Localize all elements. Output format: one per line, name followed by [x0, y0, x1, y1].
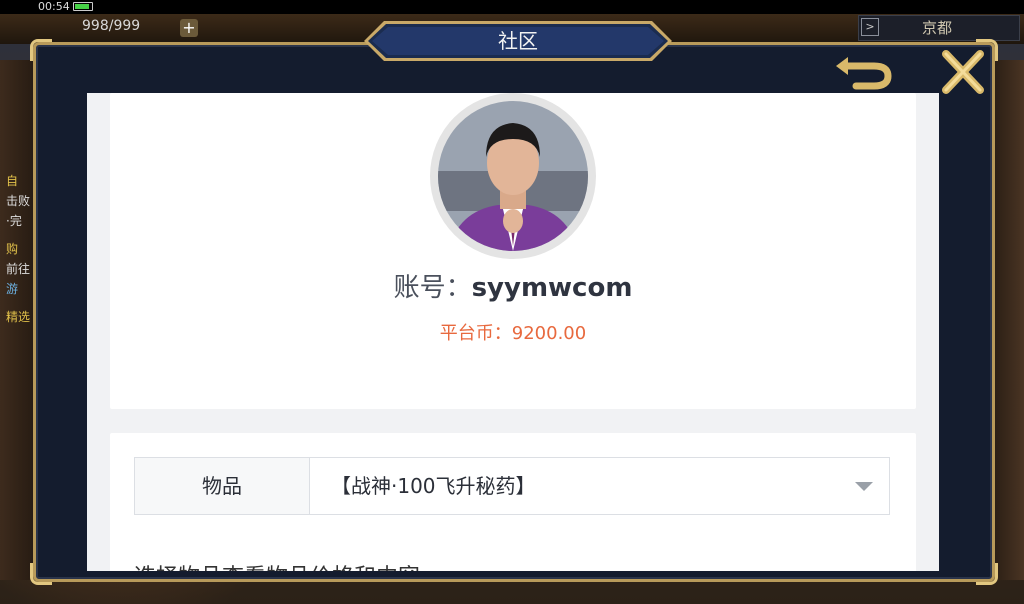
coin-value: 9200.00: [511, 323, 587, 344]
game-screen: 00:54 998/999 + > 京都 自 击败 ·完 购 前往 游 精选 社…: [0, 0, 1024, 604]
back-arrow-icon: [836, 57, 892, 90]
hud-left-text: ·完: [6, 214, 22, 228]
battery-icon: [73, 2, 93, 11]
energy-counter: 998/999: [82, 18, 141, 34]
avatar[interactable]: [438, 101, 588, 251]
coin-label: 平台币：: [439, 323, 512, 344]
item-card: 物品 【战神·100飞升秘药】 选择物品查看物品价格和内容: [110, 433, 916, 571]
community-webview: 账号：syymwcom 平台币：9200.00 物品 【战神·100飞升秘药】 …: [87, 93, 939, 571]
account-value: syymwcom: [471, 273, 633, 303]
add-energy-button[interactable]: +: [180, 19, 198, 37]
item-hint-text: 选择物品查看物品价格和内容: [134, 559, 420, 571]
hud-left-text: 前往: [6, 262, 31, 276]
system-status-bar: 00:54: [0, 0, 1024, 14]
hud-left-text: 击败: [6, 194, 31, 208]
platform-coin-line: 平台币：9200.00: [110, 319, 916, 345]
hud-left-text: 自: [6, 174, 19, 188]
frame-corner-ornament: [30, 563, 52, 585]
hud-left-text: 购: [6, 242, 19, 256]
item-select-label: 物品: [135, 458, 310, 514]
item-select-value[interactable]: 【战神·100飞升秘药】: [331, 458, 536, 514]
profile-card: 账号：syymwcom 平台币：9200.00: [110, 93, 916, 409]
modal-title: 社区: [498, 29, 538, 53]
status-time: 00:54: [38, 0, 70, 13]
frame-corner-ornament: [30, 39, 52, 61]
close-x-icon: [942, 50, 984, 94]
back-button[interactable]: [834, 52, 894, 94]
frame-corner-ornament: [976, 563, 998, 585]
item-select[interactable]: 物品 【战神·100飞升秘药】: [134, 457, 890, 515]
hud-left-text: 精选: [6, 310, 31, 324]
modal-title-plate: 社区: [362, 20, 674, 62]
account-line: 账号：syymwcom: [110, 267, 916, 304]
game-right-panel: [994, 60, 1024, 580]
city-name: 京都: [922, 19, 953, 37]
close-button[interactable]: [940, 50, 986, 94]
hud-left-text: 游: [6, 282, 19, 296]
account-label: 账号：: [393, 273, 472, 303]
expand-arrow-icon[interactable]: >: [861, 18, 879, 36]
chevron-down-icon[interactable]: [855, 482, 873, 491]
